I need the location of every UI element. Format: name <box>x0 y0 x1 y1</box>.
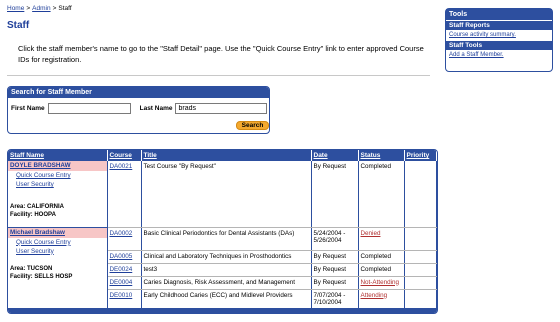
tools-panel: Tools Staff Reports Course activity summ… <box>445 8 553 72</box>
staff-name-link[interactable]: Michael Bradshaw <box>10 229 65 236</box>
course-priority <box>404 227 437 251</box>
staff-facility: Facility: SELLS HOSP <box>10 273 73 280</box>
column-header-date[interactable]: Date <box>311 150 359 161</box>
first-name-label: First Name <box>11 105 45 112</box>
last-name-label: Last Name <box>139 105 173 112</box>
divider <box>7 75 430 76</box>
course-title: Basic Clinical Periodontics for Dental A… <box>141 227 312 251</box>
course-priority <box>404 276 437 290</box>
breadcrumb: Home > Admin > Staff <box>7 5 72 12</box>
user-security-link[interactable]: User Security <box>8 180 107 189</box>
course-link[interactable]: DE0004 <box>110 279 133 286</box>
quick-course-entry-link[interactable]: Quick Course Entry <box>8 238 107 247</box>
table-footer-bar <box>8 308 437 313</box>
course-priority <box>404 250 437 264</box>
course-status: Completed <box>358 161 405 228</box>
staff-name-link[interactable]: DOYLE BRADSHAW <box>10 162 71 169</box>
course-link[interactable]: DE0024 <box>110 266 133 273</box>
course-date: 5/24/2004 - 5/26/2004 <box>311 227 359 251</box>
course-link[interactable]: DA0002 <box>110 230 133 237</box>
course-title: Caries Diagnosis, Risk Assessment, and M… <box>141 276 312 290</box>
table-row: Michael Bradshaw Quick Course Entry User… <box>8 227 437 310</box>
breadcrumb-current: Staff <box>58 5 72 12</box>
course-status-link[interactable]: Denied <box>361 230 381 237</box>
tools-header: Tools <box>446 9 552 20</box>
last-name-input[interactable] <box>175 103 268 114</box>
staff-area: Area: CALIFORNIA <box>10 204 65 210</box>
course-priority <box>404 263 437 277</box>
staff-tools-header: Staff Tools <box>446 40 552 50</box>
staff-cell: Michael Bradshaw Quick Course Entry User… <box>8 227 108 310</box>
course-status-link[interactable]: Attending <box>361 292 388 299</box>
column-header-course[interactable]: Course <box>107 150 142 161</box>
column-header-priority[interactable]: Priority <box>404 150 437 161</box>
breadcrumb-separator: > <box>26 5 31 12</box>
search-panel: Search for Staff Member First Name Last … <box>7 86 270 134</box>
quick-course-entry-link[interactable]: Quick Course Entry <box>8 171 107 180</box>
column-header-staff-name[interactable]: Staff Name <box>8 150 108 161</box>
staff-reports-header: Staff Reports <box>446 20 552 30</box>
course-title: test3 <box>141 263 312 277</box>
course-priority <box>404 289 437 310</box>
search-panel-header: Search for Staff Member <box>8 87 269 98</box>
course-date: By Request <box>311 276 359 290</box>
staff-cell: DOYLE BRADSHAW Quick Course Entry User S… <box>8 161 108 228</box>
course-date: By Request <box>311 161 359 228</box>
page-intro: Click the staff member's name to go to t… <box>18 44 424 64</box>
course-title: Early Childhood Caries (ECC) and Midleve… <box>141 289 312 310</box>
course-link[interactable]: DE0010 <box>110 292 133 299</box>
column-header-title[interactable]: Title <box>141 150 312 161</box>
staff-area: Area: TUCSON <box>10 265 53 272</box>
course-link[interactable]: DA0021 <box>110 163 133 170</box>
course-date: By Request <box>311 263 359 277</box>
course-priority <box>404 161 437 228</box>
search-button[interactable]: Search <box>236 121 269 130</box>
breadcrumb-home[interactable]: Home <box>7 5 24 12</box>
table-header-row: Staff Name Course Title Date Status Prio… <box>8 150 437 161</box>
course-status: Completed <box>358 263 405 277</box>
add-staff-member-link[interactable]: Add a Staff Member. <box>449 52 504 58</box>
course-date: By Request <box>311 250 359 264</box>
table-row: DOYLE BRADSHAW Quick Course Entry User S… <box>8 161 437 228</box>
course-status-link[interactable]: Not-Attending <box>361 279 400 286</box>
staff-facility: Facility: HOOPA <box>10 212 56 218</box>
course-title: Clinical and Laboratory Techniques in Pr… <box>141 250 312 264</box>
results-table: Staff Name Course Title Date Status Prio… <box>7 149 438 314</box>
search-fields: First Name Last Name <box>11 103 268 114</box>
page-title: Staff <box>7 20 30 31</box>
course-link[interactable]: DA0005 <box>110 253 133 260</box>
user-security-link[interactable]: User Security <box>8 247 107 256</box>
first-name-input[interactable] <box>47 103 131 114</box>
breadcrumb-separator: > <box>52 5 57 12</box>
course-title: Test Course "By Request" <box>141 161 312 228</box>
breadcrumb-admin[interactable]: Admin <box>32 5 50 12</box>
course-status: Completed <box>358 250 405 264</box>
column-header-status[interactable]: Status <box>358 150 405 161</box>
course-activity-summary-link[interactable]: Course activity summary. <box>449 32 516 38</box>
course-date: 7/07/2004 - 7/10/2004 <box>311 289 359 310</box>
